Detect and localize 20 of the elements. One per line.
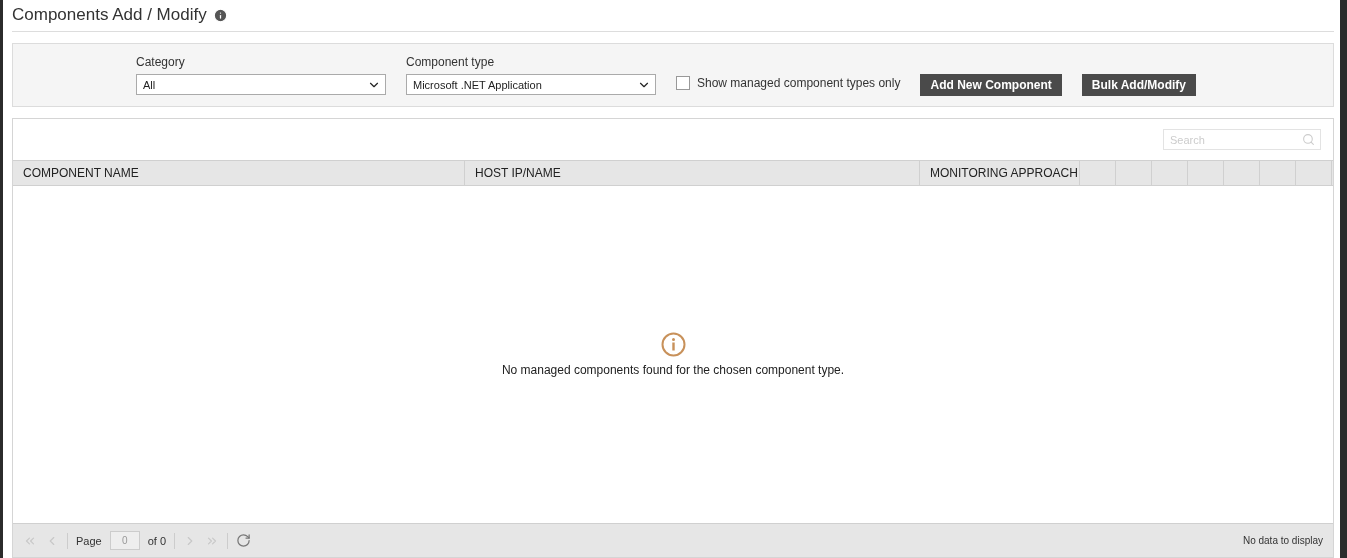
pager-status: No data to display	[1242, 535, 1323, 546]
empty-message: No managed components found for the chosen component type.	[501, 363, 845, 377]
column-header[interactable]: HOST IP/NAME	[465, 161, 920, 185]
action-button[interactable]: Bulk Add/Modify	[1081, 74, 1196, 96]
search-icon	[1302, 133, 1315, 146]
page-count: of 0	[147, 534, 167, 547]
field-label: Component type	[406, 55, 496, 69]
component-type-dropdown[interactable]: Microsoft .NET Application	[406, 74, 656, 95]
checkbox[interactable]	[676, 76, 690, 90]
column-header[interactable]: COMPONENT NAME	[13, 161, 465, 185]
refresh-icon[interactable]	[236, 533, 252, 548]
page-title: Components Add / Modify	[12, 5, 207, 25]
info-icon[interactable]	[212, 7, 228, 23]
checkbox-label: Show managed component types only	[697, 76, 901, 90]
info-icon	[660, 332, 686, 357]
action-button[interactable]: Add New Component	[920, 74, 1062, 96]
category-dropdown[interactable]: All	[136, 74, 386, 95]
field-label: Category	[136, 55, 186, 69]
page-label: Page	[76, 534, 102, 547]
column-header[interactable]: MONITORING APPROACH	[920, 161, 1080, 185]
